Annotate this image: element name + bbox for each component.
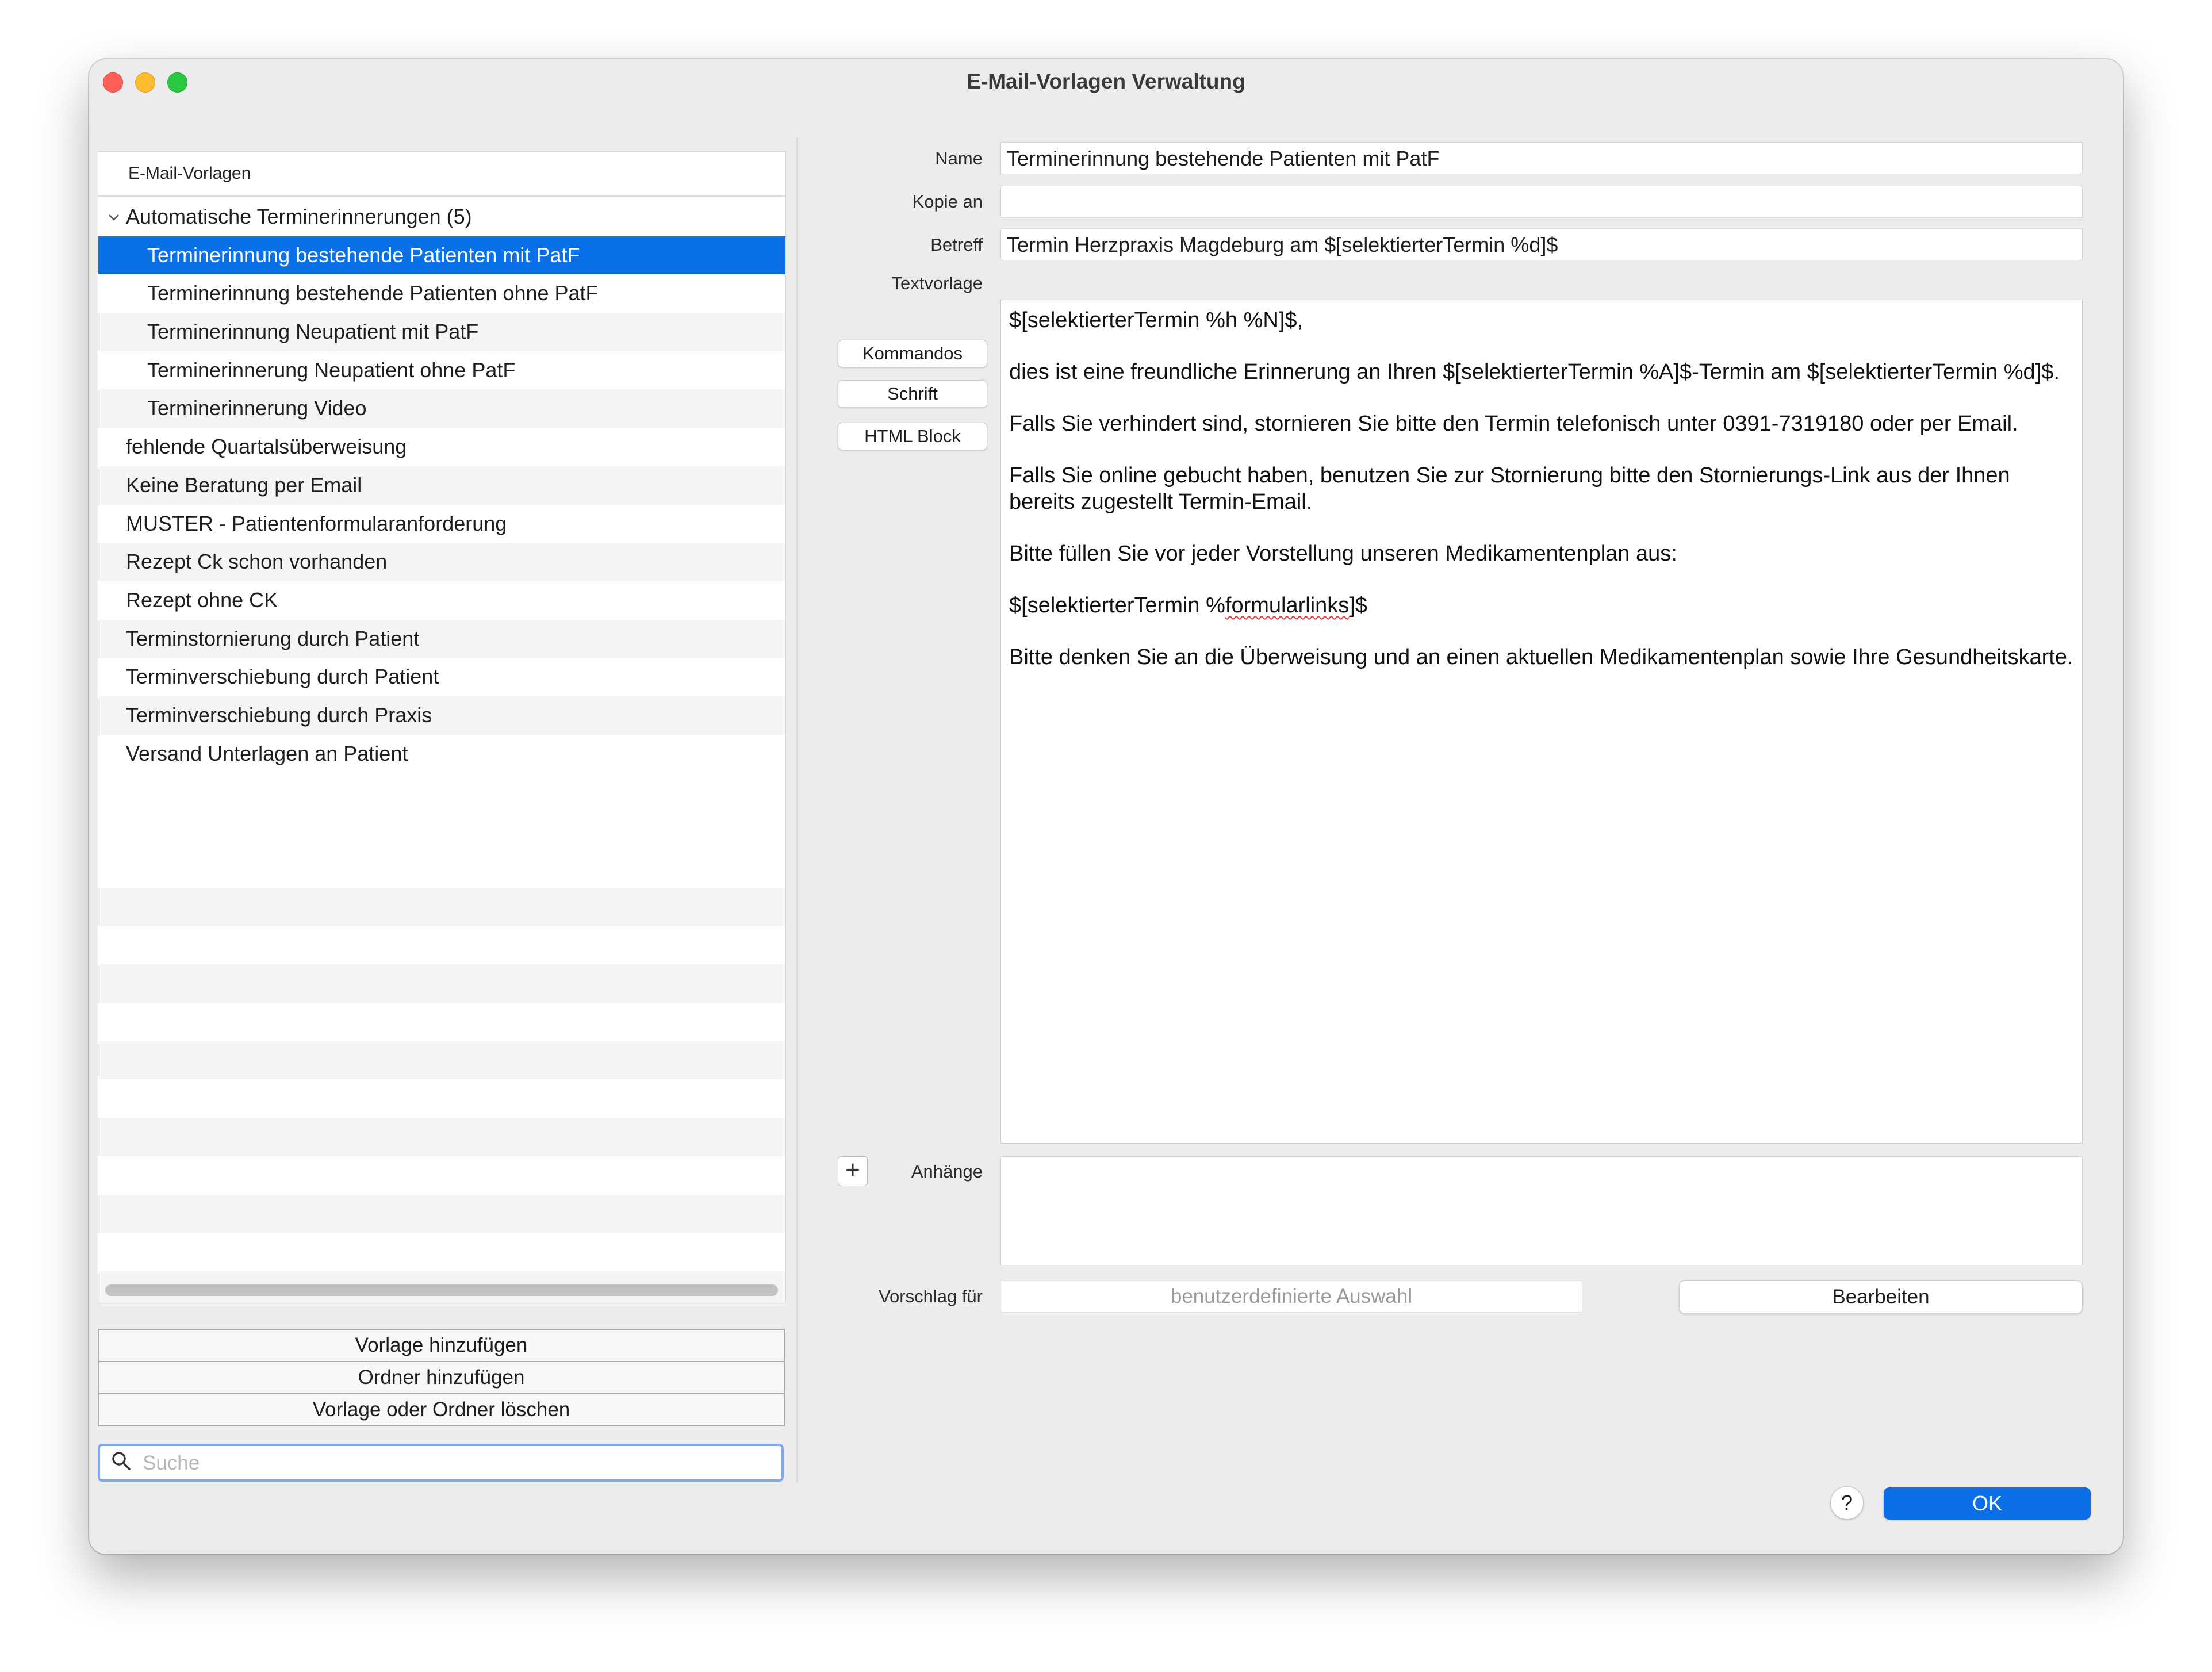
- add-folder-button[interactable]: Ordner hinzufügen: [98, 1361, 785, 1394]
- attachments-label: Anhänge: [911, 1161, 983, 1182]
- template-row[interactable]: Terminerinnerung Neupatient ohne PatF: [98, 351, 785, 390]
- email-templates-window: E-Mail-Vorlagen Verwaltung E-Mail-Vorlag…: [89, 59, 2123, 1554]
- outline-column-header[interactable]: E-Mail-Vorlagen: [98, 152, 785, 197]
- template-row[interactable]: Keine Beratung per Email: [98, 466, 785, 505]
- empty-rows: [98, 888, 785, 1303]
- row-label: Terminstornierung durch Patient: [126, 626, 420, 650]
- row-label: Terminerinnung bestehende Patienten ohne…: [147, 281, 599, 305]
- body-paragraph-formular: $[selektierterTermin %formularlinks]$: [1009, 592, 2074, 619]
- cc-label: Kopie an: [912, 191, 983, 212]
- template-row[interactable]: Terminerinnung bestehende Patienten mit …: [98, 236, 785, 275]
- template-row[interactable]: Rezept Ck schon vorhanden: [98, 543, 785, 581]
- templates-outline[interactable]: E-Mail-Vorlagen Automatische Terminerinn…: [98, 151, 786, 1303]
- search-field[interactable]: [98, 1444, 784, 1482]
- row-label: MUSTER - Patientenformularanforderung: [126, 511, 507, 535]
- row-label: Automatische Terminerinnerungen (5): [126, 205, 472, 228]
- template-row[interactable]: Rezept ohne CK: [98, 581, 785, 620]
- body-paragraph: Falls Sie online gebucht haben, benutzen…: [1009, 463, 2010, 514]
- row-label: Rezept ohne CK: [126, 588, 278, 612]
- attachments-list[interactable]: [1000, 1156, 2083, 1265]
- template-row[interactable]: Terminerinnung Neupatient mit PatF: [98, 313, 785, 351]
- add-attachment-button[interactable]: +: [838, 1156, 868, 1186]
- window-title: E-Mail-Vorlagen Verwaltung: [967, 70, 1245, 93]
- row-label: Rezept Ck schon vorhanden: [126, 550, 388, 574]
- titlebar: E-Mail-Vorlagen Verwaltung: [89, 59, 2123, 105]
- suggestion-field[interactable]: benutzerdefinierte Auswahl: [1000, 1280, 1582, 1313]
- row-label: Terminverschiebung durch Patient: [126, 665, 439, 689]
- row-label: Terminerinnerung Neupatient ohne PatF: [147, 358, 516, 382]
- template-rows: Automatische Terminerinnerungen (5) Termi…: [98, 198, 785, 773]
- body-paragraph: Falls Sie verhindert sind, stornieren Si…: [1009, 412, 2018, 436]
- misspelled-word: formularlinks: [1225, 593, 1350, 618]
- template-row[interactable]: Terminverschiebung durch Praxis: [98, 696, 785, 735]
- row-label: Terminverschiebung durch Praxis: [126, 703, 432, 727]
- outline-header-label: E-Mail-Vorlagen: [128, 164, 251, 183]
- body-paragraph: dies ist eine freundliche Erinnerung an …: [1009, 360, 2060, 384]
- template-row[interactable]: Terminerinnung bestehende Patienten ohne…: [98, 274, 785, 313]
- row-label: Versand Unterlagen an Patient: [126, 741, 408, 765]
- formular-suffix: ]$: [1349, 593, 1367, 618]
- help-button[interactable]: ?: [1830, 1486, 1864, 1520]
- subject-field[interactable]: Termin Herzpraxis Magdeburg am $[selekti…: [1000, 228, 2083, 260]
- template-row[interactable]: MUSTER - Patientenformularanforderung: [98, 505, 785, 543]
- row-label: Terminerinnung bestehende Patienten mit …: [147, 243, 580, 267]
- plus-icon: +: [845, 1156, 860, 1184]
- commands-button[interactable]: Kommandos: [838, 340, 987, 367]
- template-body-editor[interactable]: $[selektierterTermin %h %N]$, dies ist e…: [1000, 300, 2083, 1144]
- add-template-button[interactable]: Vorlage hinzufügen: [98, 1329, 785, 1362]
- edit-suggestion-button[interactable]: Bearbeiten: [1679, 1280, 2083, 1314]
- body-label: Textvorlage: [891, 273, 983, 293]
- body-paragraph: $[selektierterTermin %h %N]$,: [1009, 308, 1304, 332]
- folder-row[interactable]: Automatische Terminerinnerungen (5): [98, 198, 785, 236]
- row-label: Terminerinnung Neupatient mit PatF: [147, 320, 479, 344]
- template-row[interactable]: fehlende Quartalsüberweisung: [98, 428, 785, 466]
- template-row[interactable]: Versand Unterlagen an Patient: [98, 735, 785, 773]
- list-action-buttons: Vorlage hinzufügen Ordner hinzufügen Vor…: [98, 1329, 785, 1426]
- suggestion-label: Vorschlag für: [879, 1286, 983, 1306]
- row-label: Keine Beratung per Email: [126, 473, 362, 497]
- template-row[interactable]: Terminverschiebung durch Patient: [98, 658, 785, 696]
- ok-button[interactable]: OK: [1884, 1487, 2091, 1520]
- template-row[interactable]: Terminstornierung durch Patient: [98, 619, 785, 658]
- body-paragraph: Bitte denken Sie an die Überweisung und …: [1009, 645, 2073, 669]
- name-field[interactable]: Terminerinnung bestehende Patienten mit …: [1000, 142, 2083, 174]
- delete-template-or-folder-button[interactable]: Vorlage oder Ordner löschen: [98, 1393, 785, 1426]
- chevron-down-icon[interactable]: [106, 198, 121, 236]
- magnifier-icon: [110, 1450, 132, 1477]
- name-label: Name: [935, 148, 983, 168]
- html-block-button[interactable]: HTML Block: [838, 423, 987, 450]
- body-paragraph: Bitte füllen Sie vor jeder Vorstellung u…: [1009, 542, 1677, 566]
- cc-field[interactable]: [1000, 186, 2083, 218]
- template-row[interactable]: Terminerinnerung Video: [98, 389, 785, 428]
- formular-prefix: $[selektierterTermin %: [1009, 593, 1225, 618]
- search-input[interactable]: [141, 1449, 770, 1477]
- row-label: fehlende Quartalsüberweisung: [126, 435, 407, 459]
- font-button[interactable]: Schrift: [838, 380, 987, 408]
- split-divider[interactable]: [796, 137, 798, 1483]
- row-label: Terminerinnerung Video: [147, 396, 367, 420]
- subject-label: Betreff: [930, 235, 983, 255]
- horizontal-scrollbar[interactable]: [105, 1284, 778, 1296]
